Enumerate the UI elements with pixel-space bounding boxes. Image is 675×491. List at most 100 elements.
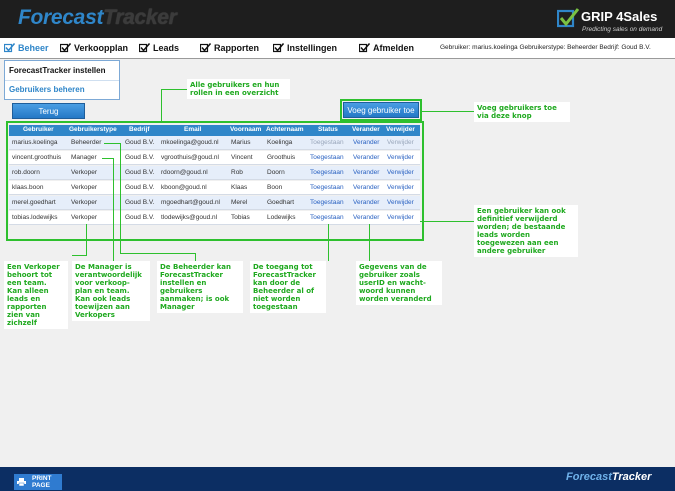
callout-text: zien van — [7, 311, 40, 319]
cell-email: kboon@goud.nl — [161, 184, 207, 191]
callout-text: De Beheerder kan — [160, 263, 232, 271]
edit-link[interactable]: Verander — [353, 184, 379, 191]
callout-status: De toegang tot ForecastTracker kan door … — [250, 261, 326, 313]
callout-text: Alle gebruikers en hun — [190, 81, 280, 89]
callout-text: Een gebruiker kan ook — [477, 207, 566, 215]
col-header[interactable]: Email — [184, 126, 201, 133]
cell-email: tlodewijks@goud.nl — [161, 214, 218, 221]
cell-first: Merel — [231, 199, 248, 206]
brand-name: GRIP 4Sales — [581, 9, 658, 24]
checkbox-icon — [359, 43, 370, 53]
cell-user: marius.koelinga — [12, 139, 58, 146]
cell-user: merel.goedhart — [12, 199, 56, 206]
edit-link[interactable]: Verander — [353, 214, 379, 221]
col-header[interactable]: Gebruiker — [23, 126, 54, 133]
callout-text: rollen in een overzicht — [190, 89, 279, 97]
callout-text: verantwoordelijk — [75, 271, 142, 279]
status-link[interactable]: Toegestaan — [310, 169, 344, 176]
status-link[interactable]: Toegestaan — [310, 214, 344, 221]
col-header[interactable]: Voornaam — [230, 126, 261, 133]
col-header[interactable]: Achternaam — [266, 126, 304, 133]
back-button[interactable]: Terug — [12, 103, 85, 119]
callout-text: Manager — [160, 303, 195, 311]
nav-label: Leads — [153, 43, 180, 53]
status-link[interactable]: Toegestaan — [310, 184, 344, 191]
edit-link[interactable]: Verander — [353, 154, 379, 161]
cell-email: mgoedhart@goud.nl — [161, 199, 220, 206]
checkbox-icon — [4, 43, 15, 53]
callout-line — [195, 253, 196, 261]
callout-text: leads en — [7, 295, 41, 303]
brand-tagline: Predicting sales on demand — [582, 26, 663, 33]
cell-last: Koelinga — [267, 139, 293, 146]
callout-text: Kan alleen — [7, 287, 49, 295]
callout-line — [420, 221, 476, 222]
callout-text: Een Verkoper — [7, 263, 60, 271]
table-row: vincent.groothuis Manager Goud B.V. vgro… — [9, 151, 420, 165]
callout-text: een team. — [7, 279, 47, 287]
checkbox-icon — [60, 43, 71, 53]
logo-tracker: Tracker — [103, 6, 177, 29]
callout-text: plan en team. — [75, 287, 130, 295]
status-link[interactable]: Toegestaan — [310, 154, 344, 161]
nav-label: Rapporten — [214, 43, 259, 53]
edit-link[interactable]: Verander — [353, 199, 379, 206]
nav-item-leads[interactable]: Leads — [139, 43, 179, 53]
cell-company: Goud B.V. — [125, 169, 155, 176]
cell-first: Rob — [231, 169, 243, 176]
col-header[interactable]: Verwijder — [386, 126, 415, 133]
callout-text: voor verkoop- — [75, 279, 130, 287]
delete-link[interactable]: Verwijder — [387, 154, 414, 161]
callout-text: definitief verwijderd — [477, 215, 558, 223]
menu-item-gebruikers-beheren[interactable]: Gebruikers beheren — [9, 85, 85, 94]
cell-type: Beheerder — [71, 139, 102, 146]
col-header[interactable]: Gebruikerstype — [69, 126, 117, 133]
callout-text: zichzelf — [7, 319, 37, 327]
callout-text: Beheerder al of — [253, 287, 315, 295]
callout-line — [161, 89, 190, 90]
cell-email: rdoorn@goud.nl — [161, 169, 208, 176]
callout-text: toewijzen aan — [75, 303, 130, 311]
nav-item-rapporten[interactable]: Rapporten — [200, 43, 259, 53]
callout-text: De toegang tot — [253, 263, 313, 271]
delete-link: Verwijder — [387, 139, 414, 146]
callout-line — [120, 143, 121, 253]
callout-text: toegestaan — [253, 303, 298, 311]
cell-first: Klaas — [231, 184, 248, 191]
nav-item-afmelden[interactable]: Afmelden — [359, 43, 414, 53]
nav-item-beheer[interactable]: Beheer — [4, 43, 49, 53]
nav-item-verkoopplan[interactable]: Verkoopplan — [60, 43, 128, 53]
cell-user: rob.doorn — [12, 169, 40, 176]
col-header[interactable]: Bedrijf — [129, 126, 150, 133]
edit-link[interactable]: Verander — [353, 139, 379, 146]
nav-label: Beheer — [18, 43, 49, 53]
callout-text: woord kunnen — [359, 287, 416, 295]
callout-text: ForecastTracker — [253, 271, 316, 279]
table-header-row: Gebruiker Gebruikerstype Bedrijf Email V… — [9, 125, 420, 136]
table-row: marius.koelinga Beheerder Goud B.V. mkoe… — [9, 136, 420, 150]
delete-link[interactable]: Verwijder — [387, 169, 414, 176]
callout-manager: De Manager is verantwoordelijk voor verk… — [72, 261, 150, 321]
cell-type: Manager — [71, 154, 97, 161]
print-page-button[interactable]: PRINT PAGE — [14, 474, 62, 490]
add-user-button[interactable]: Voeg gebruiker toe — [343, 102, 419, 118]
callout-edit: Gegevens van de gebruiker zoals userID e… — [356, 261, 442, 305]
delete-link[interactable]: Verwijder — [387, 214, 414, 221]
col-header[interactable]: Status — [318, 126, 338, 133]
printer-icon — [17, 478, 26, 486]
status-link[interactable]: Toegestaan — [310, 199, 344, 206]
menu-item-forecasttracker-instellen[interactable]: ForecastTracker instellen — [9, 66, 106, 75]
app-header: ForecastTracker GRIP 4Sales Predicting s… — [0, 0, 675, 38]
cell-last: Goedhart — [267, 199, 295, 206]
delete-link[interactable]: Verwijder — [387, 199, 414, 206]
callout-line — [86, 224, 87, 255]
forecasttracker-logo: ForecastTracker — [18, 6, 177, 30]
callout-line — [422, 111, 474, 112]
callout-text: Voeg gebruikers toe — [477, 104, 557, 112]
col-header[interactable]: Verander — [352, 126, 380, 133]
nav-item-instellingen[interactable]: Instellingen — [273, 43, 337, 53]
delete-link[interactable]: Verwijder — [387, 184, 414, 191]
edit-link[interactable]: Verander — [353, 169, 379, 176]
menu-divider — [5, 80, 119, 81]
table-row: merel.goedhart Verkoper Goud B.V. mgoedh… — [9, 196, 420, 210]
